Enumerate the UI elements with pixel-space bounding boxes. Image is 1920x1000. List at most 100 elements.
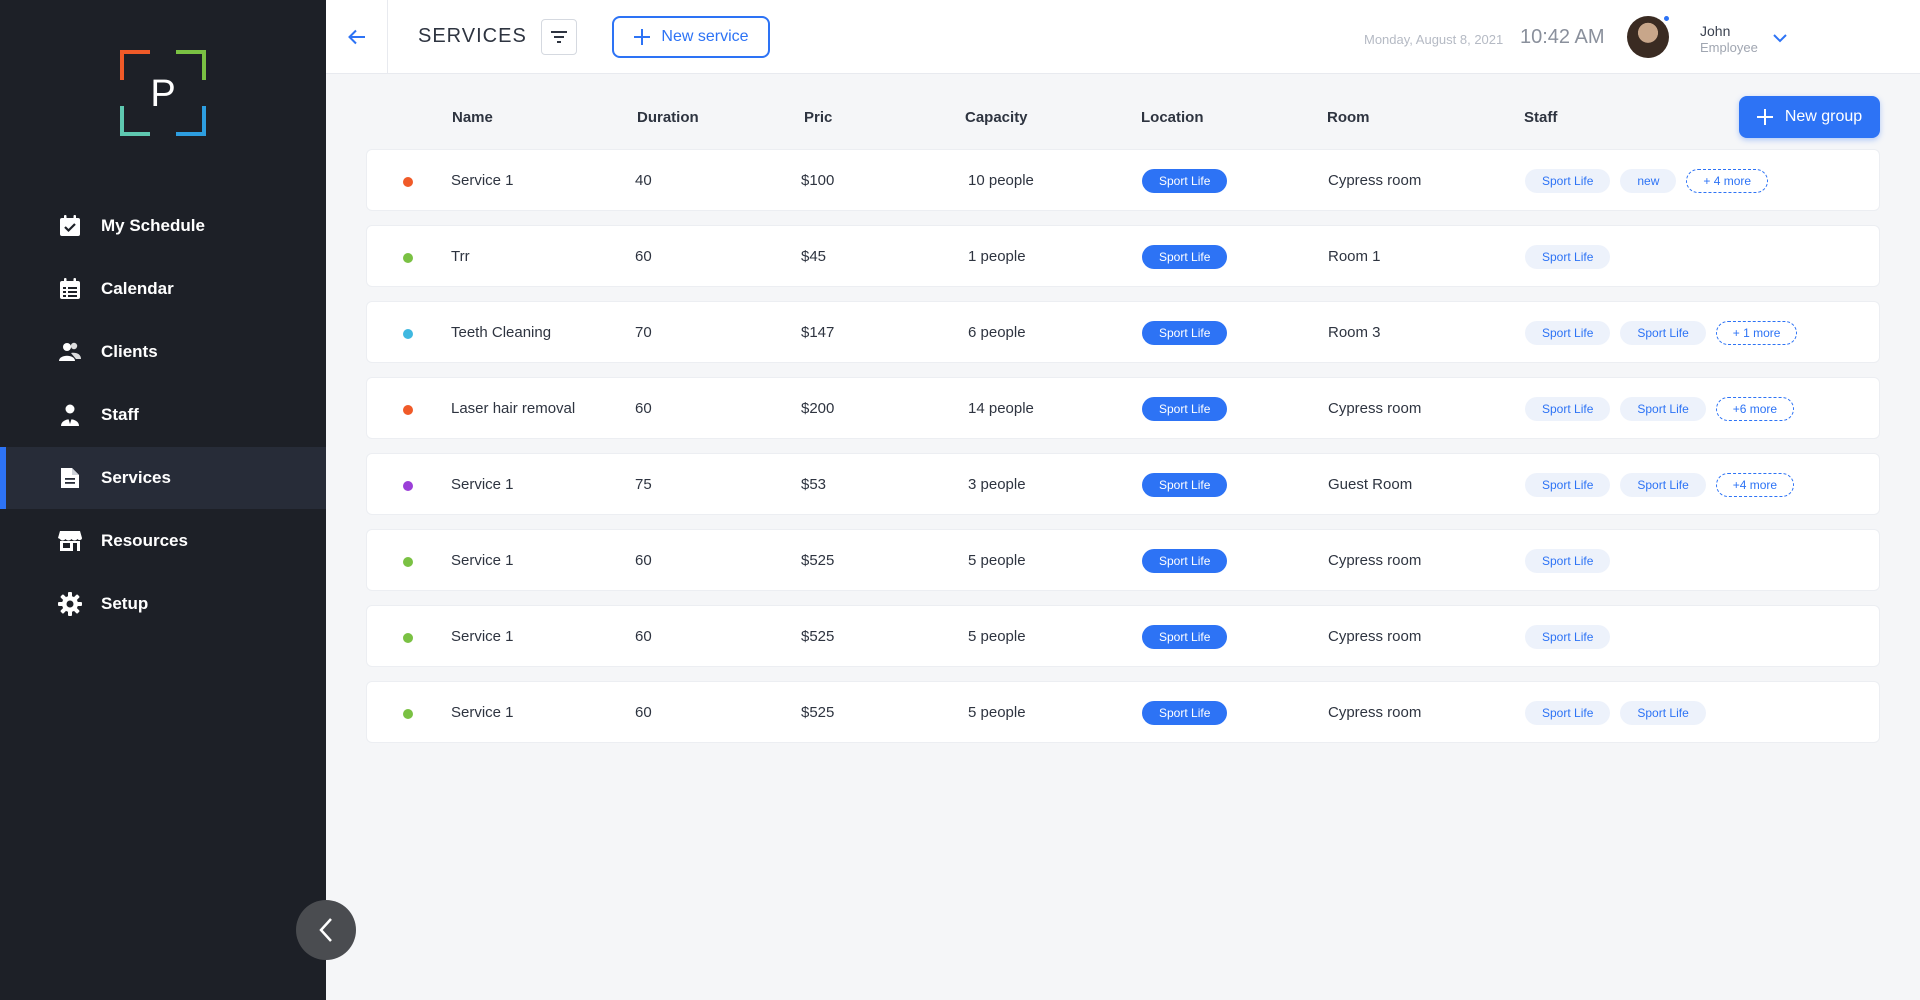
service-duration: 60	[635, 628, 652, 645]
service-capacity: 6 people	[968, 324, 1026, 341]
sidebar-item-label: Setup	[101, 594, 149, 613]
user-menu-button[interactable]	[1773, 30, 1787, 48]
table-row[interactable]: Service 1 40 $100 10 people Sport Life C…	[366, 149, 1880, 211]
document-icon	[58, 466, 82, 490]
sidebar-item-my-schedule[interactable]: My Schedule	[0, 195, 326, 257]
service-color-dot	[403, 709, 413, 719]
service-color-dot	[403, 177, 413, 187]
arrow-left-icon	[347, 29, 365, 45]
table-row[interactable]: Laser hair removal 60 $200 14 people Spo…	[366, 377, 1880, 439]
service-capacity: 5 people	[968, 552, 1026, 569]
table-header: Name Duration Pric Capacity Location Roo…	[326, 95, 1920, 140]
service-capacity: 3 people	[968, 476, 1026, 493]
sidebar-item-label: Resources	[101, 531, 188, 550]
filter-button[interactable]	[541, 19, 577, 55]
plus-icon	[1756, 109, 1773, 125]
service-room: Cypress room	[1328, 400, 1422, 417]
table-row[interactable]: Service 1 75 $53 3 people Sport Life Gue…	[366, 453, 1880, 515]
service-duration: 75	[635, 476, 652, 493]
sidebar-item-resources[interactable]: Resources	[0, 510, 326, 572]
column-header-capacity[interactable]: Capacity	[965, 109, 1028, 126]
plus-icon	[633, 28, 651, 46]
sidebar-item-staff[interactable]: Staff	[0, 384, 326, 446]
new-service-button[interactable]: New service	[612, 16, 770, 58]
service-room: Room 3	[1328, 324, 1381, 341]
page-title: SERVICES	[418, 25, 527, 47]
staff-chip: Sport Life	[1525, 169, 1611, 193]
sidebar-item-services[interactable]: Services	[0, 447, 326, 509]
service-duration: 60	[635, 704, 652, 721]
staff-more-button[interactable]: + 4 more	[1686, 169, 1769, 193]
svg-text:P: P	[150, 73, 175, 115]
staff-list: Sport Life Sport Life +4 more	[1525, 473, 1795, 497]
table-row[interactable]: Service 1 60 $525 5 people Sport Life Cy…	[366, 529, 1880, 591]
location-badge: Sport Life	[1142, 473, 1228, 497]
column-header-staff[interactable]: Staff	[1524, 109, 1557, 126]
service-name: Service 1	[451, 552, 514, 569]
sidebar-item-calendar[interactable]: Calendar	[0, 258, 326, 320]
staff-more-button[interactable]: +6 more	[1715, 397, 1795, 421]
staff-chip: Sport Life	[1525, 397, 1611, 421]
new-group-label: New group	[1784, 108, 1863, 125]
table-row[interactable]: Trr 60 $45 1 people Sport Life Room 1 Sp…	[366, 225, 1880, 287]
service-duration: 60	[635, 248, 652, 265]
user-name: John	[1700, 23, 1731, 39]
sidebar-item-setup[interactable]: Setup	[0, 573, 326, 635]
service-duration: 70	[635, 324, 652, 341]
staff-chip: Sport Life	[1525, 473, 1611, 497]
sidebar: P My Schedule Calendar Clients Staff Ser…	[0, 0, 326, 1000]
collapse-sidebar-button[interactable]	[296, 900, 356, 960]
staff-chip: Sport Life	[1525, 701, 1611, 725]
service-color-dot	[403, 253, 413, 263]
column-header-price[interactable]: Pric	[804, 109, 832, 126]
staff-more-button[interactable]: +4 more	[1715, 473, 1795, 497]
staff-list: Sport Life Sport Life +6 more	[1525, 397, 1795, 421]
service-color-dot	[403, 405, 413, 415]
service-price: $53	[801, 476, 827, 493]
column-header-name[interactable]: Name	[452, 109, 493, 126]
service-capacity: 5 people	[968, 704, 1026, 721]
gear-icon	[58, 592, 82, 616]
service-duration: 40	[635, 172, 652, 189]
calendar-check-icon	[58, 214, 82, 238]
service-duration: 60	[635, 400, 652, 417]
staff-list: Sport Life Sport Life + 1 more	[1525, 321, 1798, 345]
service-name: Service 1	[451, 476, 514, 493]
new-service-label: New service	[661, 28, 749, 45]
service-capacity: 5 people	[968, 628, 1026, 645]
staff-chip: Sport Life	[1525, 625, 1611, 649]
table-row[interactable]: Service 1 60 $525 5 people Sport Life Cy…	[366, 605, 1880, 667]
table-row[interactable]: Teeth Cleaning 70 $147 6 people Sport Li…	[366, 301, 1880, 363]
staff-icon	[58, 403, 82, 427]
app-logo[interactable]: P	[120, 50, 206, 136]
service-room: Cypress room	[1328, 628, 1422, 645]
staff-chip: Sport Life	[1525, 245, 1611, 269]
location-badge: Sport Life	[1142, 245, 1228, 269]
service-name: Service 1	[451, 172, 514, 189]
staff-list: Sport Life	[1525, 625, 1611, 649]
service-price: $525	[801, 552, 835, 569]
sidebar-item-label: Staff	[101, 405, 139, 424]
service-name: Service 1	[451, 704, 514, 721]
sidebar-item-label: Calendar	[101, 279, 174, 298]
column-header-duration[interactable]: Duration	[637, 109, 699, 126]
top-header: SERVICES New service Monday, August 8, 2…	[326, 0, 1920, 74]
service-price: $147	[801, 324, 835, 341]
store-icon	[58, 529, 82, 553]
column-header-location[interactable]: Location	[1141, 109, 1204, 126]
service-price: $200	[801, 400, 835, 417]
staff-list: Sport Life new + 4 more	[1525, 169, 1769, 193]
sidebar-item-clients[interactable]: Clients	[0, 321, 326, 383]
new-group-button[interactable]: New group	[1739, 96, 1880, 138]
avatar[interactable]	[1627, 16, 1669, 58]
filter-icon	[551, 31, 567, 43]
staff-list: Sport Life	[1525, 245, 1611, 269]
location-badge: Sport Life	[1142, 321, 1228, 345]
column-header-room[interactable]: Room	[1327, 109, 1370, 126]
location-badge: Sport Life	[1142, 701, 1228, 725]
table-row[interactable]: Service 1 60 $525 5 people Sport Life Cy…	[366, 681, 1880, 743]
service-price: $100	[801, 172, 835, 189]
back-button[interactable]	[326, 0, 388, 74]
staff-more-button[interactable]: + 1 more	[1715, 321, 1798, 345]
chevron-down-icon	[1773, 34, 1787, 43]
